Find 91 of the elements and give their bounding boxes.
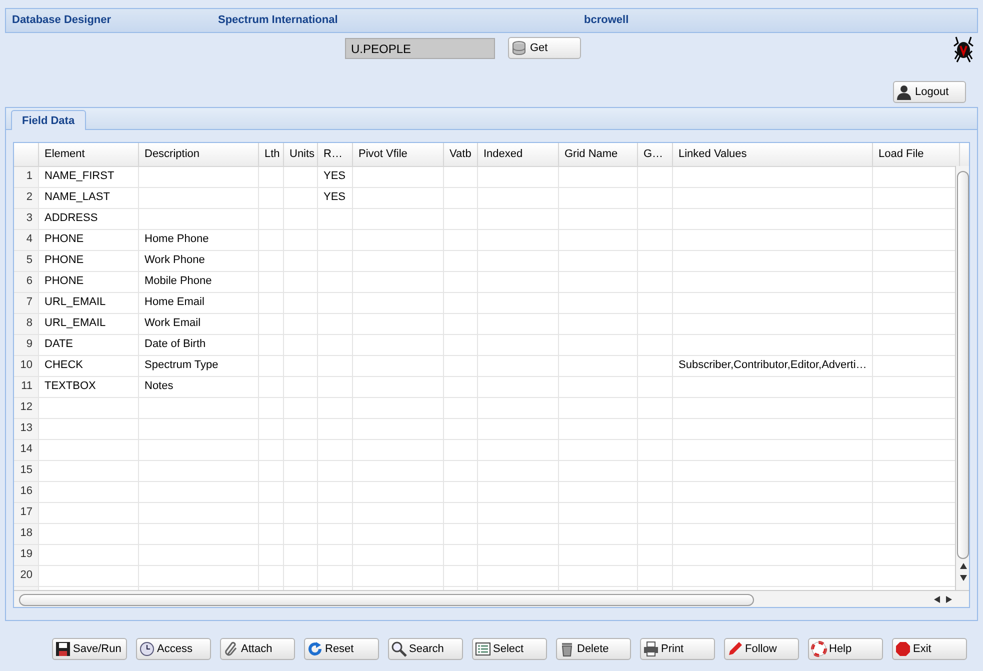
row-number: 4 <box>14 229 38 250</box>
scroll-left-icon[interactable] <box>934 596 940 603</box>
vertical-scrollbar[interactable] <box>955 166 969 591</box>
toolbar-button[interactable]: Attach <box>220 638 295 660</box>
table-cell: TEXTBOX <box>38 376 138 397</box>
column-header[interactable]: Description <box>138 143 258 166</box>
row-number: 18 <box>14 523 38 544</box>
person-icon <box>896 84 912 100</box>
clock-icon <box>139 641 155 657</box>
column-header[interactable]: Lth <box>258 143 283 166</box>
row-number: 9 <box>14 334 38 355</box>
table-cell: PHONE <box>38 271 138 292</box>
table-cell: URL_EMAIL <box>38 313 138 334</box>
table-cell: PHONE <box>38 229 138 250</box>
column-header[interactable]: R… <box>317 143 352 166</box>
table-cell: NAME_LAST <box>38 187 138 208</box>
toolbar-button[interactable]: Delete <box>556 638 631 660</box>
toolbar-button[interactable]: Reset <box>304 638 379 660</box>
table-cell: Notes <box>138 376 258 397</box>
row-number: 8 <box>14 313 38 334</box>
row-number: 5 <box>14 250 38 271</box>
printer-icon <box>643 641 659 657</box>
toolbar-button[interactable]: Select <box>472 638 547 660</box>
scroll-right-icon[interactable] <box>946 596 952 603</box>
paperclip-icon <box>223 641 239 657</box>
row-number: 6 <box>14 271 38 292</box>
table-cell: Work Phone <box>138 250 258 271</box>
spider-icon <box>951 35 976 63</box>
trash-can-icon <box>559 641 575 657</box>
row-number: 11 <box>14 376 38 397</box>
table-cell: Subscriber,Contributor,Editor,Adverti… <box>672 355 872 376</box>
get-button[interactable]: Get <box>508 37 581 59</box>
table-cell: Mobile Phone <box>138 271 258 292</box>
row-number: 13 <box>14 418 38 439</box>
table-cell: CHECK <box>38 355 138 376</box>
table-cell: YES <box>317 166 352 187</box>
table-cell: Work Email <box>138 313 258 334</box>
column-header[interactable]: Linked Values <box>672 143 872 166</box>
table-cell: PHONE <box>38 250 138 271</box>
horizontal-scrollbar[interactable] <box>14 590 969 607</box>
table-cell: URL_EMAIL <box>38 292 138 313</box>
list-icon <box>475 641 491 657</box>
toolbar-button[interactable]: Save/Run <box>52 638 127 660</box>
column-header[interactable]: Load File <box>872 143 959 166</box>
toolbar-button[interactable]: Follow <box>724 638 799 660</box>
column-header[interactable]: Element <box>38 143 138 166</box>
column-header[interactable]: Pivot Vfile <box>352 143 443 166</box>
row-number: 2 <box>14 187 38 208</box>
table-cell: Home Email <box>138 292 258 313</box>
tab[interactable]: Field Data <box>11 110 86 130</box>
column-header[interactable]: Vatb <box>443 143 477 166</box>
row-number: 10 <box>14 355 38 376</box>
column-header[interactable]: G… <box>637 143 672 166</box>
row-number: 3 <box>14 208 38 229</box>
table-cell: Home Phone <box>138 229 258 250</box>
refresh-icon <box>307 641 323 657</box>
table-cell: YES <box>317 187 352 208</box>
toolbar-button[interactable]: Help <box>808 638 883 660</box>
scroll-down-icon[interactable] <box>960 575 967 581</box>
table-cell: Date of Birth <box>138 334 258 355</box>
row-number: 19 <box>14 544 38 565</box>
row-number: 16 <box>14 481 38 502</box>
column-header[interactable]: Indexed <box>477 143 558 166</box>
toolbar-button[interactable]: Exit <box>892 638 967 660</box>
row-number: 17 <box>14 502 38 523</box>
toolbar-button[interactable]: Print <box>640 638 715 660</box>
table-cell: NAME_FIRST <box>38 166 138 187</box>
app-title: Database Designer <box>12 13 112 28</box>
pencil-icon <box>727 641 743 657</box>
row-number: 12 <box>14 397 38 418</box>
toolbar-button[interactable]: Search <box>388 638 463 660</box>
row-number: 20 <box>14 565 38 586</box>
user-name: bcrowell <box>584 13 629 28</box>
search-icon <box>391 641 407 657</box>
column-header[interactable]: Grid Name <box>558 143 637 166</box>
database-icon <box>511 40 527 56</box>
table-cell: Spectrum Type <box>138 355 258 376</box>
stop-sign-icon <box>895 641 911 657</box>
toolbar-button[interactable]: Access <box>136 638 211 660</box>
row-number: 7 <box>14 292 38 313</box>
lifebuoy-icon <box>811 641 827 657</box>
logout-button[interactable]: Logout <box>893 81 966 103</box>
file-name-field[interactable]: U.PEOPLE <box>345 38 495 59</box>
row-number: 15 <box>14 460 38 481</box>
company-name: Spectrum International <box>218 13 339 28</box>
table-cell: DATE <box>38 334 138 355</box>
row-number: 14 <box>14 439 38 460</box>
scroll-up-icon[interactable] <box>960 563 967 569</box>
table-cell: ADDRESS <box>38 208 138 229</box>
column-header[interactable]: Units <box>283 143 317 166</box>
row-number: 1 <box>14 166 38 187</box>
